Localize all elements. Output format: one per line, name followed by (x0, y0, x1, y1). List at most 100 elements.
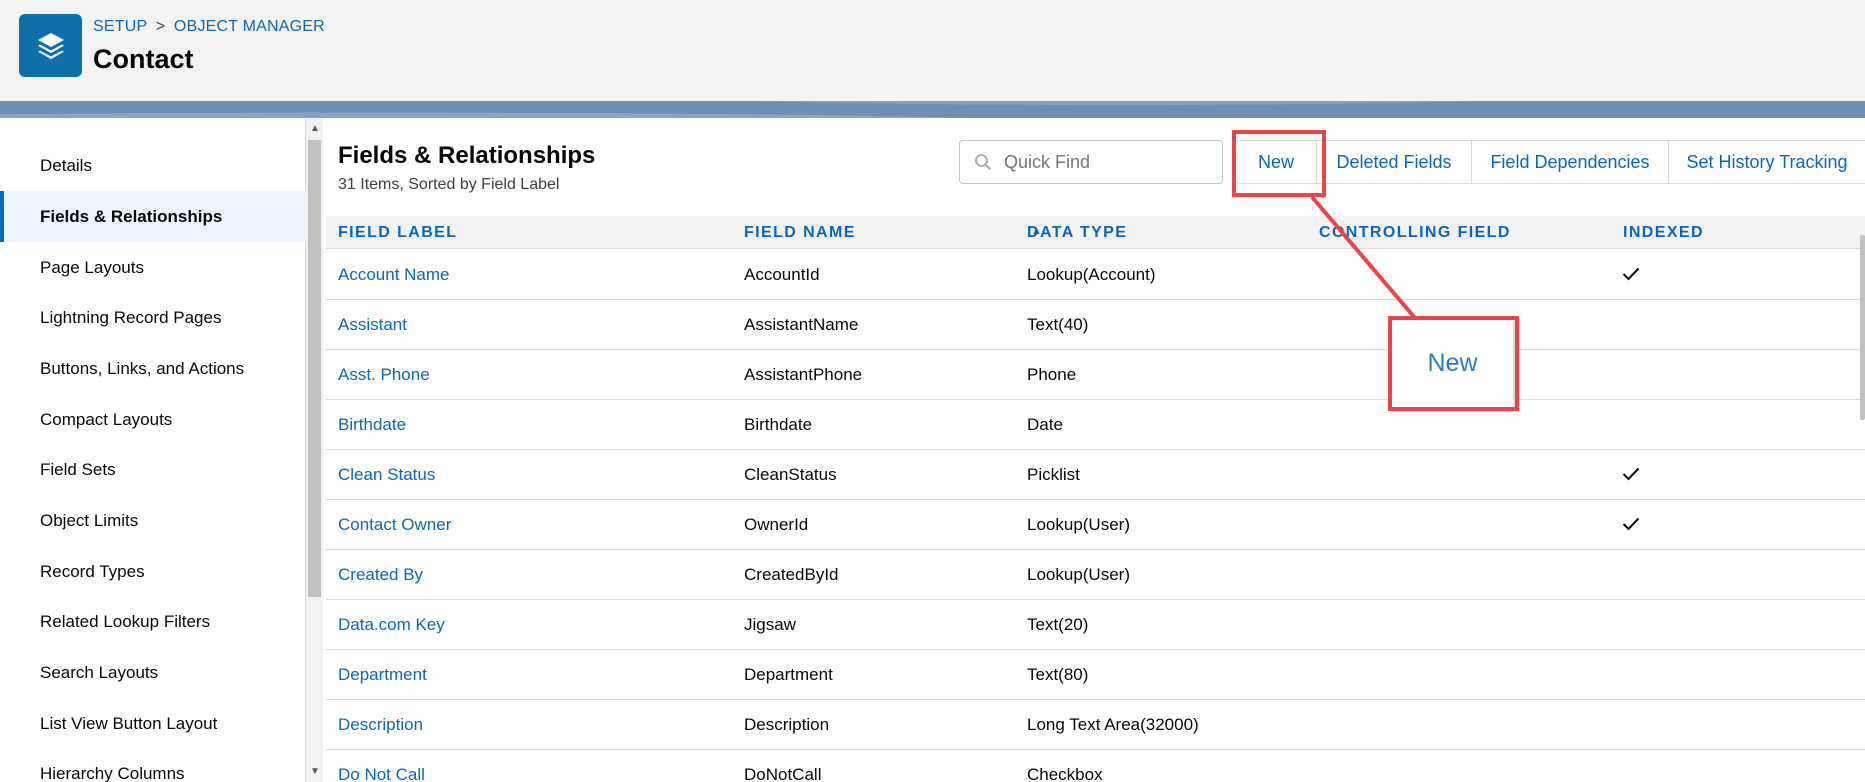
table-row: Clean Status CleanStatus Picklist (326, 450, 1865, 500)
table-row: Account Name AccountId Lookup(Account) (326, 250, 1865, 300)
breadcrumb-setup[interactable]: SETUP (93, 18, 147, 35)
data-type-cell: Lookup(User) (1027, 515, 1130, 534)
sidebar-item-label: Related Lookup Filters (40, 611, 211, 631)
breadcrumb-object-manager[interactable]: OBJECT MANAGER (174, 18, 325, 35)
indexed-check-icon (1622, 267, 1640, 286)
field-name-cell: CleanStatus (744, 465, 837, 484)
table-row: Department Department Text(80) (326, 650, 1865, 700)
section-title: Fields & Relationships (338, 142, 596, 169)
sidebar-item-label: Field Sets (40, 459, 116, 479)
data-type-cell: Text(80) (1027, 665, 1089, 684)
data-type-cell: Checkbox (1027, 765, 1103, 782)
column-header-field-name[interactable]: FIELD NAME (744, 224, 856, 242)
table-row: Data.com Key Jigsaw Text(20) (326, 600, 1865, 650)
table-row: Birthdate Birthdate Date (326, 400, 1865, 450)
field-name-cell: Description (744, 715, 830, 734)
sidebar-item-related-lookup-filters[interactable]: Related Lookup Filters (0, 596, 306, 647)
highlight-box-new-button (1232, 130, 1326, 197)
sidebar-item-field-sets[interactable]: Field Sets (0, 444, 306, 495)
sidebar-item-compact-layouts[interactable]: Compact Layouts (0, 394, 306, 445)
field-label-link[interactable]: Do Not Call (338, 765, 425, 782)
field-name-cell: AssistantName (744, 315, 859, 334)
sidebar-item-object-limits[interactable]: Object Limits (0, 495, 306, 546)
table-row: Created By CreatedById Lookup(User) (326, 550, 1865, 600)
data-type-cell: Lookup(User) (1027, 565, 1130, 584)
column-header-field-label[interactable]: FIELD LABEL (338, 224, 457, 242)
sidebar-item-label: Details (40, 155, 92, 175)
sidebar-item-page-layouts[interactable]: Page Layouts (0, 242, 306, 293)
field-name-cell: Jigsaw (744, 615, 796, 634)
table-row: Contact Owner OwnerId Lookup(User) (326, 500, 1865, 550)
indexed-check-icon (1622, 467, 1640, 486)
indexed-check-icon (1622, 517, 1640, 536)
field-name-cell: OwnerId (744, 515, 809, 534)
table-row: Do Not Call DoNotCall Checkbox (326, 750, 1865, 782)
field-name-cell: Department (744, 665, 833, 684)
field-dependencies-button[interactable]: Field Dependencies (1471, 140, 1669, 184)
field-label-link[interactable]: Created By (338, 565, 423, 585)
set-history-tracking-label: Set History Tracking (1686, 151, 1848, 172)
sidebar-item-lightning-record-pages[interactable]: Lightning Record Pages (0, 292, 306, 343)
section-subtitle: 31 Items, Sorted by Field Label (338, 176, 560, 193)
object-sidebar: Details Fields & Relationships Page Layo… (0, 118, 306, 782)
scroll-down-arrow-icon[interactable]: ▼ (310, 766, 320, 777)
sidebar-item-label: Compact Layouts (40, 409, 173, 429)
field-label-link[interactable]: Assistant (338, 315, 407, 335)
field-label-link[interactable]: Asst. Phone (338, 365, 430, 385)
sidebar-item-fields-relationships[interactable]: Fields & Relationships (0, 191, 306, 242)
data-type-cell: Date (1027, 415, 1063, 434)
sidebar-item-search-layouts[interactable]: Search Layouts (0, 647, 306, 698)
sidebar-item-label: Page Layouts (40, 257, 144, 277)
table-scrollbar-thumb[interactable] (1860, 235, 1865, 420)
field-label-link[interactable]: Birthdate (338, 415, 406, 435)
sidebar-item-buttons-links-actions[interactable]: Buttons, Links, and Actions (0, 343, 306, 394)
deleted-fields-button[interactable]: Deleted Fields (1316, 140, 1472, 184)
field-name-cell: AssistantPhone (744, 365, 863, 384)
data-type-cell: Lookup(Account) (1027, 265, 1156, 284)
sidebar-item-label: Hierarchy Columns (40, 763, 185, 782)
table-row: Asst. Phone AssistantPhone Phone (326, 350, 1865, 400)
sidebar-item-details[interactable]: Details (0, 140, 306, 191)
field-name-cell: CreatedById (744, 565, 839, 584)
table-row: Description Description Long Text Area(320… (326, 700, 1865, 750)
quick-find-search[interactable] (959, 140, 1223, 184)
field-label-link[interactable]: Department (338, 665, 427, 685)
header-decorative-band (0, 101, 1865, 118)
page-title: Contact (93, 44, 194, 74)
field-label-link[interactable]: Clean Status (338, 465, 435, 485)
data-type-cell: Text(20) (1027, 615, 1089, 634)
column-header-controlling-field[interactable]: CONTROLLING FIELD (1319, 224, 1511, 242)
sidebar-item-label: Object Limits (40, 510, 139, 530)
sidebar-item-label: List View Button Layout (40, 713, 218, 733)
data-type-cell: Long Text Area(32000) (1027, 715, 1199, 734)
stacked-layers-icon (19, 14, 82, 77)
sidebar-item-list-view-button-layout[interactable]: List View Button Layout (0, 698, 306, 749)
field-name-cell: AccountId (744, 265, 820, 284)
sidebar-item-label: Buttons, Links, and Actions (40, 358, 245, 378)
scroll-up-arrow-icon[interactable]: ▲ (310, 123, 320, 134)
column-header-indexed[interactable]: INDEXED (1623, 224, 1704, 242)
column-header-data-type[interactable]: DATA TYPE (1027, 224, 1127, 242)
sidebar-item-label: Search Layouts (40, 662, 159, 682)
quick-find-input[interactable] (1004, 141, 1214, 183)
sidebar-item-hierarchy-columns[interactable]: Hierarchy Columns (0, 748, 306, 782)
breadcrumb: SETUP > OBJECT MANAGER (93, 18, 325, 36)
data-type-cell: Picklist (1027, 465, 1080, 484)
field-name-cell: Birthdate (744, 415, 813, 434)
field-label-link[interactable]: Contact Owner (338, 515, 451, 535)
deleted-fields-label: Deleted Fields (1336, 151, 1452, 172)
field-name-cell: DoNotCall (744, 765, 822, 782)
breadcrumb-separator: > (155, 18, 166, 35)
table-row: Assistant AssistantName Text(40) (326, 300, 1865, 350)
field-label-link[interactable]: Data.com Key (338, 615, 445, 635)
sidebar-scrollbar-thumb[interactable] (308, 140, 321, 597)
table-header: FIELD LABEL ▲ FIELD NAME DATA TYPE CONTR… (326, 216, 1865, 249)
sidebar-item-label: Record Types (40, 561, 145, 581)
set-history-tracking-button[interactable]: Set History Tracking (1668, 140, 1865, 184)
field-label-link[interactable]: Description (338, 715, 423, 735)
field-label-link[interactable]: Account Name (338, 265, 450, 285)
setup-header: SETUP > OBJECT MANAGER Contact (0, 0, 1865, 101)
search-icon (974, 153, 992, 176)
sidebar-item-label: Lightning Record Pages (40, 307, 222, 327)
sidebar-item-record-types[interactable]: Record Types (0, 546, 306, 597)
